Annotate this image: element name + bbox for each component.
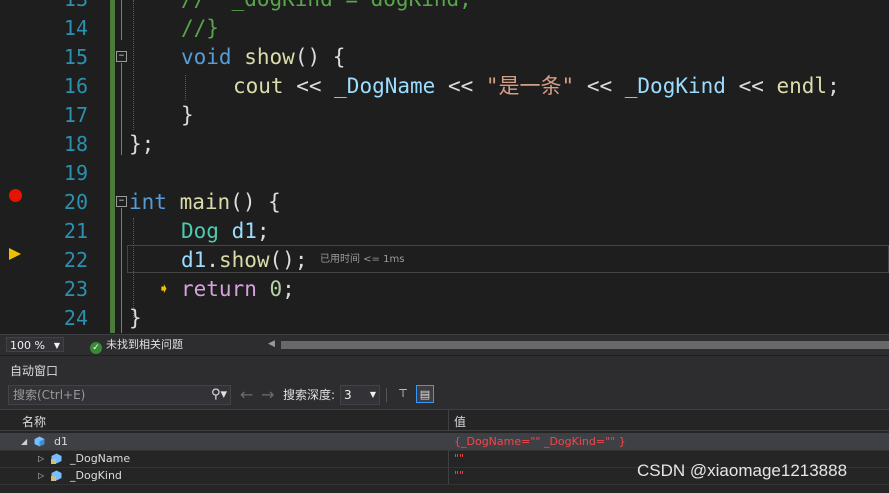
- zoom-value: 100 %: [10, 339, 45, 352]
- code-text: };: [129, 132, 155, 156]
- code-text: Dog d1;: [181, 219, 270, 243]
- column-header: 名称 值: [0, 409, 889, 431]
- autos-toolbar: 搜索(Ctrl+E) ⚲▾ ← → 搜索深度: 3 ▼ ⊤ ▤: [0, 382, 889, 409]
- hex-display-icon[interactable]: ▤: [416, 385, 434, 403]
- var-name: d1: [54, 435, 68, 448]
- column-divider: [448, 450, 449, 467]
- code-line[interactable]: 23 return 0;: [0, 275, 889, 304]
- code-line[interactable]: 19: [0, 159, 889, 188]
- table-row[interactable]: ◢ d1 {_DogName="" _DogKind="" }: [0, 433, 889, 451]
- code-line[interactable]: 15 void show() {: [0, 43, 889, 72]
- var-name: _DogName: [70, 452, 131, 465]
- code-text: }: [129, 306, 142, 330]
- code-line[interactable]: 18 };: [0, 130, 889, 159]
- code-line[interactable]: 24 }: [0, 304, 889, 333]
- line-number: 22: [63, 248, 88, 272]
- line-number: 21: [63, 219, 88, 243]
- zoom-select[interactable]: 100 % ▼: [6, 337, 64, 352]
- line-number: 20: [63, 190, 88, 214]
- editor-status-bar: 100 % ▼ ✓ 未找到相关问题 ◀: [0, 334, 889, 355]
- code-text: return 0;: [181, 277, 295, 301]
- code-line[interactable]: 22 d1.show();: [0, 246, 889, 275]
- var-value[interactable]: "": [454, 467, 464, 484]
- column-divider: [448, 433, 449, 450]
- line-number: 17: [63, 103, 88, 127]
- issues-text: 未找到相关问题: [106, 338, 183, 351]
- search-input[interactable]: 搜索(Ctrl+E) ⚲▾: [8, 385, 231, 405]
- code-line[interactable]: 17 }: [0, 101, 889, 130]
- code-editor[interactable]: − − 13 // _dogKind = dogKind; 14 //} 15 …: [0, 0, 889, 333]
- var-value[interactable]: {_DogName="" _DogKind="" }: [454, 433, 626, 450]
- search-depth-label: 搜索深度:: [283, 388, 336, 402]
- expand-icon[interactable]: ◢: [21, 433, 27, 450]
- field-icon: [51, 470, 62, 481]
- search-depth-select[interactable]: 3 ▼: [340, 385, 380, 405]
- expand-icon[interactable]: ▷: [38, 450, 44, 467]
- line-number: 15: [63, 45, 88, 69]
- code-line[interactable]: 21 Dog d1;: [0, 217, 889, 246]
- search-placeholder: 搜索(Ctrl+E): [13, 388, 86, 402]
- code-text: cout << _DogName << "是一条" << _DogKind <<…: [233, 74, 840, 98]
- code-text: //}: [181, 16, 219, 40]
- code-text: d1.show();: [181, 248, 308, 272]
- code-line[interactable]: 13 // _dogKind = dogKind;: [0, 0, 889, 14]
- line-number: 24: [63, 306, 88, 330]
- search-depth-value: 3: [344, 388, 352, 402]
- var-value[interactable]: "": [454, 450, 464, 467]
- column-divider: [448, 467, 449, 484]
- pin-icon[interactable]: ⊤: [394, 385, 412, 403]
- code-text: }: [181, 103, 194, 127]
- field-icon: [51, 453, 62, 464]
- code-text: // _dogKind = dogKind;: [181, 0, 472, 14]
- chevron-down-icon: ▼: [53, 341, 60, 350]
- code-line[interactable]: 20 int main() {: [0, 188, 889, 217]
- line-number: 14: [63, 16, 88, 40]
- value-column-header[interactable]: 值: [454, 413, 466, 430]
- toolbar-divider: [386, 388, 387, 402]
- run-to-click-icon[interactable]: ➧: [158, 281, 170, 297]
- autos-title: 自动窗口: [0, 356, 889, 382]
- perf-tip[interactable]: 已用时间 <= 1ms: [320, 254, 404, 266]
- forward-arrow-icon[interactable]: →: [261, 385, 274, 405]
- line-number: 13: [40, 0, 88, 14]
- line-number: 19: [63, 161, 88, 185]
- chevron-down-icon: ▼: [369, 390, 376, 399]
- scroll-left-icon[interactable]: ◀: [268, 339, 275, 349]
- code-line[interactable]: 14 //}: [0, 14, 889, 43]
- code-line[interactable]: 16 cout << _DogName << "是一条" << _DogKind…: [0, 72, 889, 101]
- code-text: int main() {: [129, 190, 281, 214]
- object-icon: [34, 436, 45, 447]
- code-text: void show() {: [181, 45, 346, 69]
- expand-icon[interactable]: ▷: [38, 467, 44, 484]
- var-name: _DogKind: [70, 469, 122, 482]
- search-icon[interactable]: ⚲▾: [211, 386, 227, 404]
- issues-indicator[interactable]: ✓ 未找到相关问题: [90, 338, 183, 354]
- horizontal-scrollbar[interactable]: [281, 341, 889, 349]
- watermark: CSDN @xiaomage1213888: [637, 461, 848, 480]
- column-divider[interactable]: [448, 410, 449, 431]
- back-arrow-icon[interactable]: ←: [240, 385, 253, 405]
- name-column-header[interactable]: 名称: [22, 413, 46, 430]
- line-number: 16: [63, 74, 88, 98]
- line-number: 23: [63, 277, 88, 301]
- line-number: 18: [63, 132, 88, 156]
- check-circle-icon: ✓: [90, 342, 102, 354]
